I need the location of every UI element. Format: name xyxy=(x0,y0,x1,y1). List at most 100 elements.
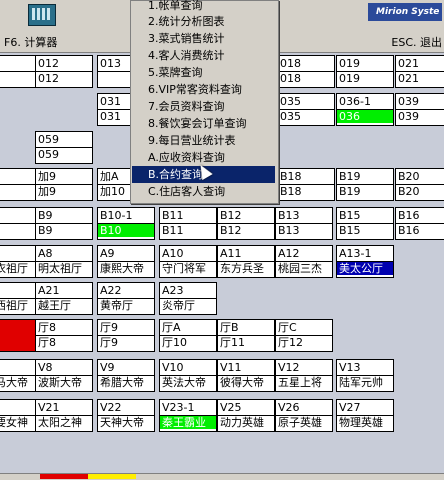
menu-item[interactable]: 5.菜牌查询 xyxy=(132,64,275,81)
room-tile[interactable]: V9 希腊大帝 xyxy=(97,359,155,392)
room-tile[interactable]: V22 天神大帝 xyxy=(97,399,155,432)
room-code: 厅9 xyxy=(100,321,118,334)
room-name: 物理英雄 xyxy=(339,416,383,429)
room-name: 035 xyxy=(280,110,301,123)
room-tile[interactable]: B15 B15 xyxy=(336,207,394,240)
room-tile[interactable]: V25 动力英雄 xyxy=(217,399,275,432)
room-name: 英法大帝 xyxy=(162,376,206,389)
menu-item[interactable]: 2.统计分析图表 xyxy=(132,13,275,30)
room-code: 厅8 xyxy=(38,321,56,334)
room-tile[interactable]: A10 守门将军 xyxy=(159,245,217,278)
room-tile[interactable]: V12 五星上将 xyxy=(275,359,333,392)
room-name: 守门将军 xyxy=(162,262,206,275)
room-name: 美太公厅 xyxy=(337,262,393,275)
room-name: 彼得大帝 xyxy=(220,376,264,389)
room-tile[interactable]: 厅9 厅9 xyxy=(97,319,155,352)
room-code: 035 xyxy=(280,95,301,108)
room-code: A23 xyxy=(162,284,184,297)
exit-label[interactable]: ESC. 退出 xyxy=(391,34,442,50)
room-tile[interactable]: B19 B19 xyxy=(336,168,394,201)
room-name: 012 xyxy=(38,72,59,85)
room-code: 039 xyxy=(398,95,419,108)
room-tile[interactable]: 厅8 厅8 xyxy=(35,319,93,352)
menu-item[interactable]: 9.每日营业统计表 xyxy=(132,132,275,149)
room-tile[interactable]: 039 039 xyxy=(395,93,444,126)
calculator-label[interactable]: F6. 计算器 xyxy=(4,34,57,50)
room-tile[interactable]: A9 康熙大帝 xyxy=(97,245,155,278)
room-name: B15 xyxy=(339,224,361,237)
room-code: A21 xyxy=(38,284,60,297)
menu-item[interactable]: 7.会员资料查询 xyxy=(132,98,275,115)
menu-item[interactable]: 8.餐饮宴会订单查询 xyxy=(132,115,275,132)
room-name: 厅12 xyxy=(278,336,303,349)
room-tile[interactable]: A13-1 美太公厅 xyxy=(336,245,394,278)
room-tile[interactable]: A11 东方兵圣 xyxy=(217,245,275,278)
room-tile[interactable]: B16 B16 xyxy=(395,207,444,240)
room-name: 059 xyxy=(38,148,59,161)
room-tile[interactable]: V11 彼得大帝 xyxy=(217,359,275,392)
room-code: V12 xyxy=(278,361,300,374)
room-tile[interactable]: V23-1 秦王霸业 xyxy=(159,399,217,432)
room-tile[interactable]: V21 太阳之神 xyxy=(35,399,93,432)
room-tile[interactable]: 035 035 xyxy=(277,93,335,126)
room-name: 炎帝厅 xyxy=(162,299,195,312)
room-name: 越王厅 xyxy=(38,299,71,312)
room-code: V26 xyxy=(278,401,300,414)
room-name: 厅9 xyxy=(100,336,118,349)
room-tile[interactable]: 059 059 xyxy=(35,131,93,164)
room-name: 018 xyxy=(280,72,301,85)
room-tile[interactable]: A8 明太祖厅 xyxy=(35,245,93,278)
status-segment-red xyxy=(40,474,88,479)
menu-item[interactable]: 1.帐单查询 xyxy=(132,0,275,14)
room-code: V23-1 xyxy=(162,401,195,414)
menu-item[interactable]: 6.VIP常客资料查询 xyxy=(132,81,275,98)
room-code: A9 xyxy=(100,247,115,260)
room-tile[interactable]: V27 物理英雄 xyxy=(336,399,394,432)
room-tile[interactable]: B12 B12 xyxy=(217,207,275,240)
room-tile[interactable]: A21 越王厅 xyxy=(35,282,93,315)
room-tile[interactable]: B18 B18 xyxy=(277,168,335,201)
room-code: 厅C xyxy=(278,321,297,334)
room-tile[interactable]: B20 B20 xyxy=(395,168,444,201)
room-name: 厅11 xyxy=(220,336,245,349)
room-name: 黄帝厅 xyxy=(100,299,133,312)
room-code: V11 xyxy=(220,361,242,374)
room-code: 021 xyxy=(398,57,419,70)
room-code: 059 xyxy=(38,133,59,146)
room-tile[interactable]: A12 桃园三杰 xyxy=(275,245,333,278)
room-tile[interactable]: 厅C 厅12 xyxy=(275,319,333,352)
room-tile[interactable]: 加9 加9 xyxy=(35,168,93,201)
room-tile[interactable]: A22 黄帝厅 xyxy=(97,282,155,315)
room-name: 动力英雄 xyxy=(220,416,264,429)
room-tile[interactable]: 厅A 厅10 xyxy=(159,319,217,352)
room-code: 加9 xyxy=(38,170,56,183)
room-tile[interactable]: B11 B11 xyxy=(159,207,217,240)
room-tile[interactable]: V26 原子英雄 xyxy=(275,399,333,432)
room-code: B9 xyxy=(38,209,53,222)
room-code: B19 xyxy=(339,170,361,183)
calculator-icon[interactable] xyxy=(28,4,56,26)
room-name: B13 xyxy=(278,224,300,237)
room-tile[interactable]: 018 018 xyxy=(277,55,335,88)
room-tile[interactable]: 019 019 xyxy=(336,55,394,88)
menu-item[interactable]: 4.客人消费统计 xyxy=(132,47,275,64)
room-tile[interactable]: B9 B9 xyxy=(35,207,93,240)
room-code: B12 xyxy=(220,209,242,222)
room-tile[interactable]: 021 021 xyxy=(395,55,444,88)
room-name: B20 xyxy=(398,185,420,198)
room-tile[interactable]: A23 炎帝厅 xyxy=(159,282,217,315)
room-tile[interactable]: B10-1 B10 xyxy=(97,207,155,240)
room-tile[interactable]: 012 012 xyxy=(35,55,93,88)
menu-item[interactable]: 3.菜式销售统计 xyxy=(132,30,275,47)
room-code: V8 xyxy=(38,361,53,374)
room-tile[interactable]: B13 B13 xyxy=(275,207,333,240)
menu-item[interactable]: C.住店客人查询 xyxy=(132,183,275,200)
room-name: B11 xyxy=(162,224,184,237)
room-code: 012 xyxy=(38,57,59,70)
room-tile[interactable]: V8 波斯大帝 xyxy=(35,359,93,392)
room-code: V21 xyxy=(38,401,60,414)
room-tile[interactable]: 036-1 036 xyxy=(336,93,394,126)
room-tile[interactable]: 厅B 厅11 xyxy=(217,319,275,352)
room-tile[interactable]: V13 陆军元帅 xyxy=(336,359,394,392)
room-tile[interactable]: V10 英法大帝 xyxy=(159,359,217,392)
